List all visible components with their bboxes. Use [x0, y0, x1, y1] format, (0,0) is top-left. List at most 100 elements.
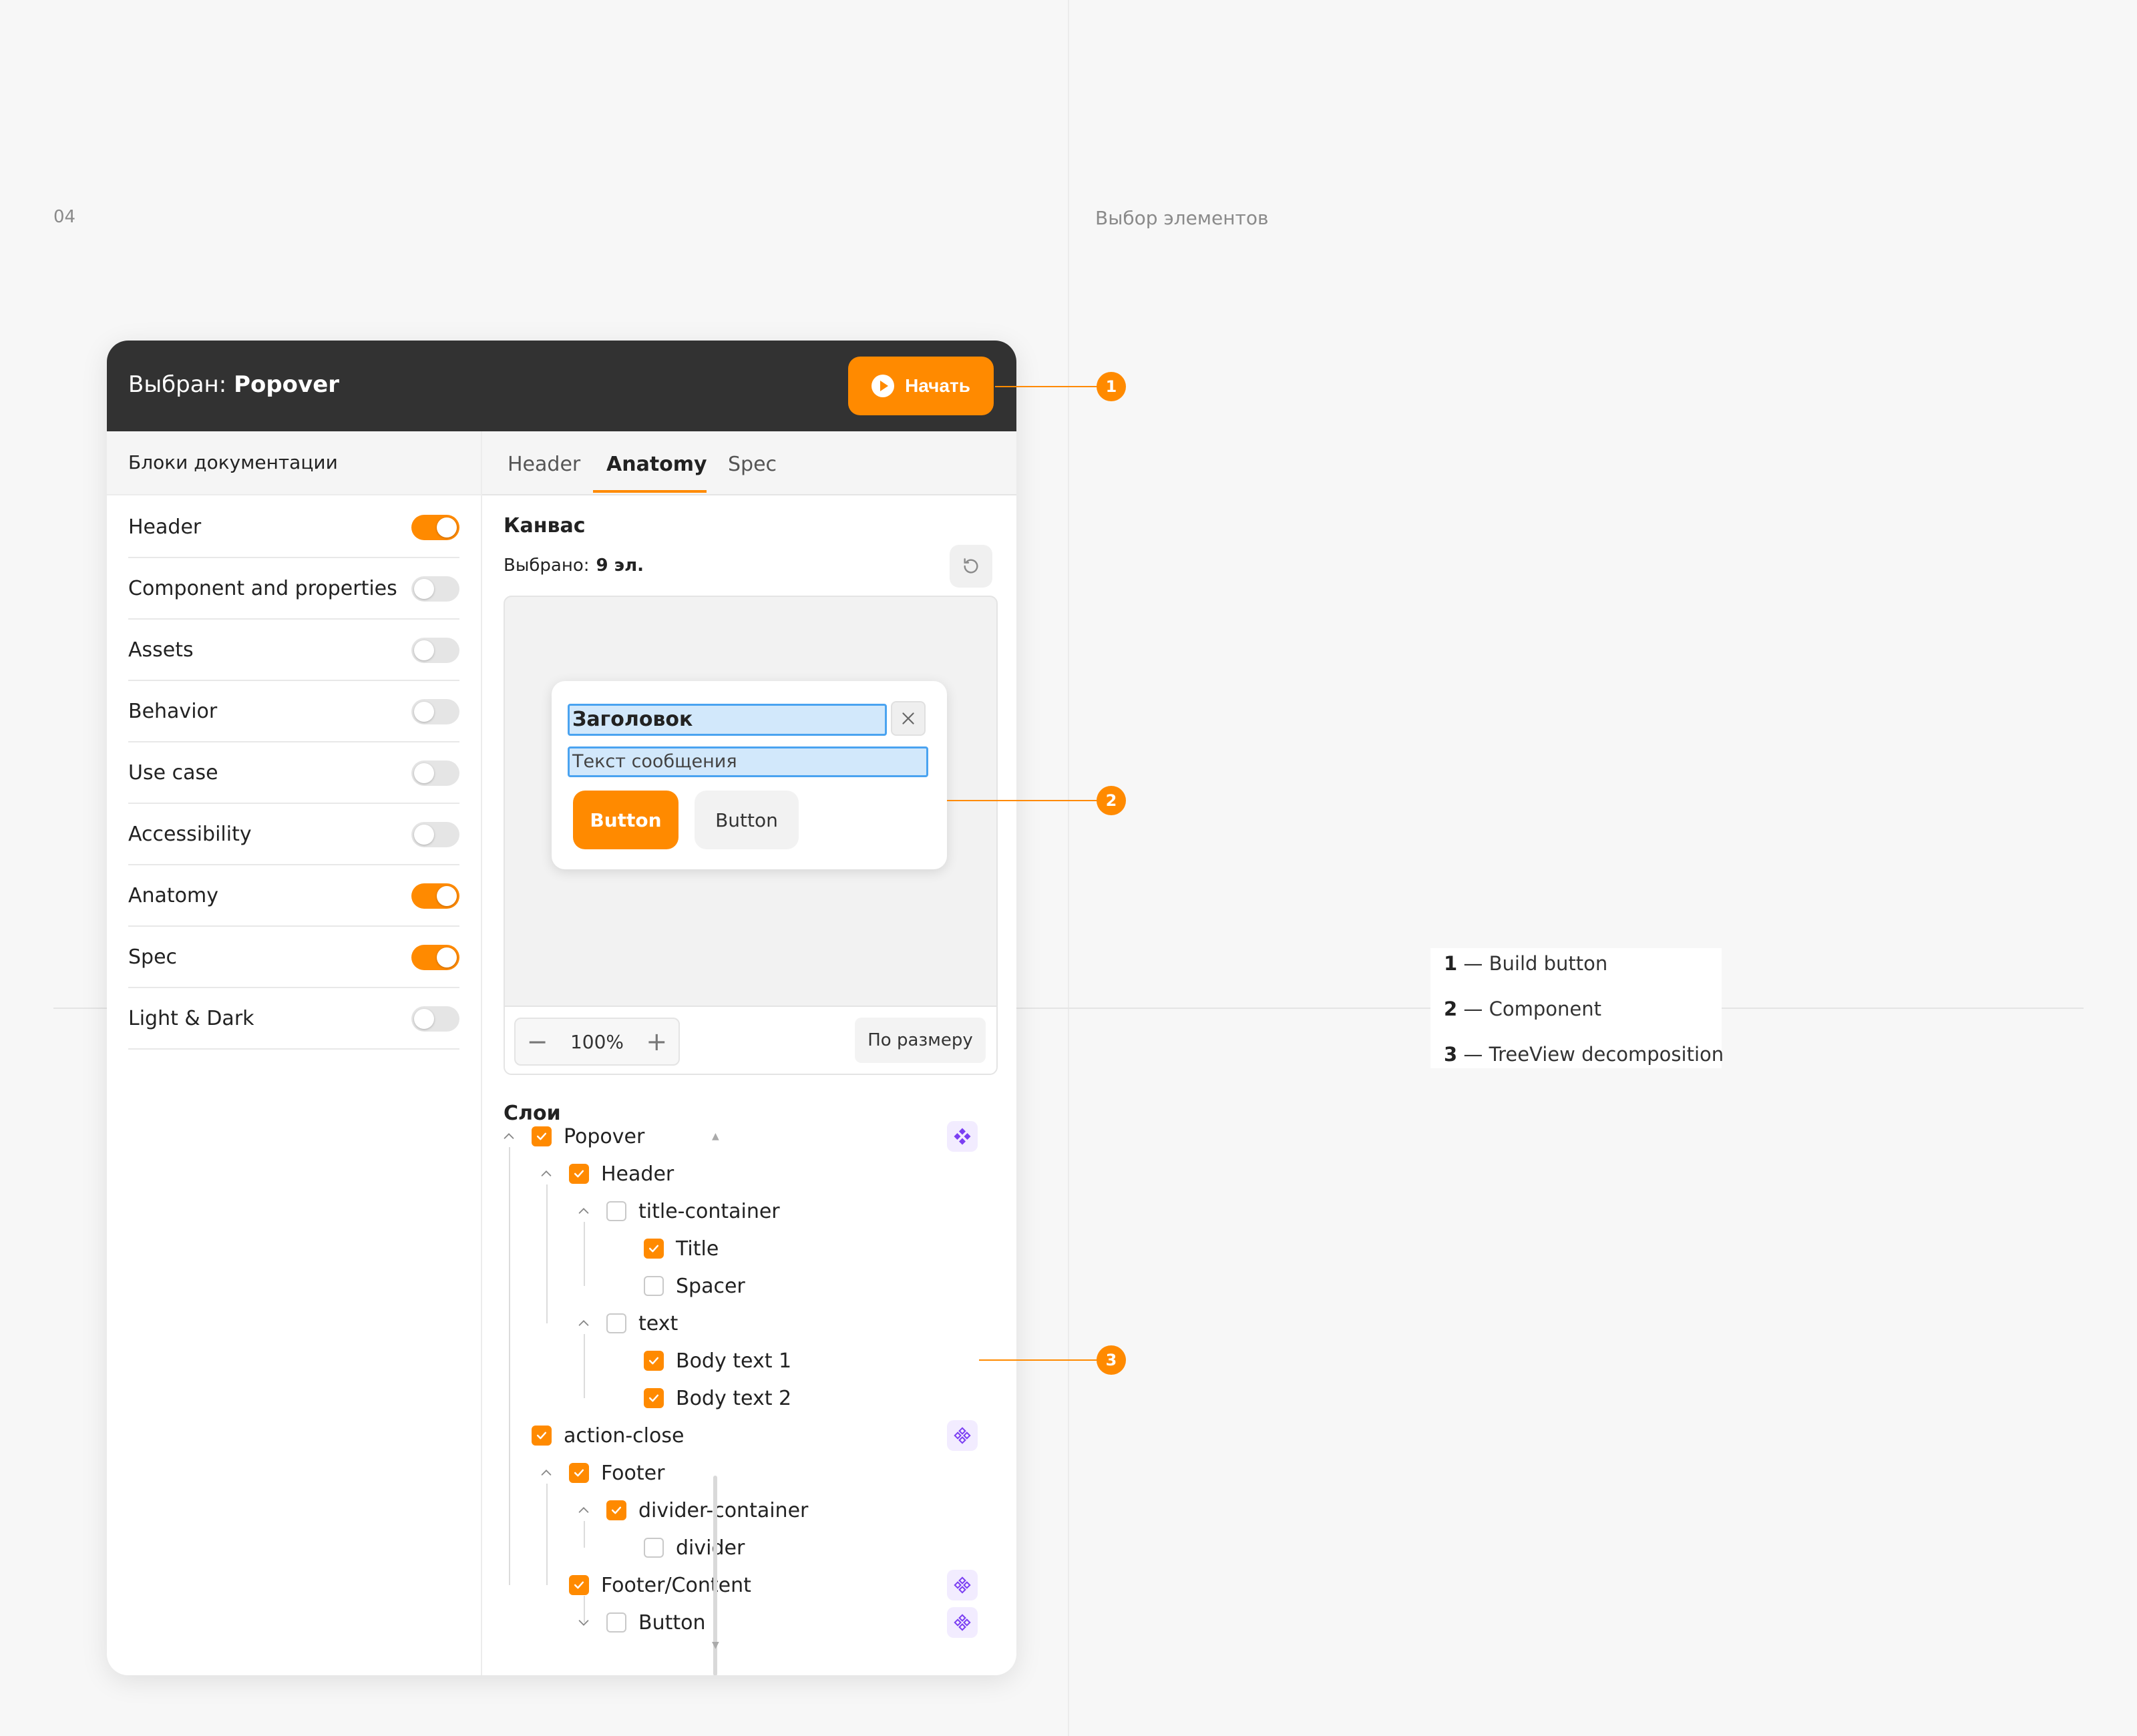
chevron-up-icon[interactable] [538, 1166, 554, 1182]
layer-label: title-container [638, 1199, 780, 1223]
tab-spec[interactable]: Spec [728, 453, 777, 476]
tree-row[interactable]: Spacer [613, 1267, 745, 1305]
block-row: Behavior [128, 680, 459, 742]
scroll-down-icon[interactable]: ▼ [712, 1640, 719, 1651]
layer-checkbox[interactable] [606, 1201, 626, 1221]
toggle-knob [414, 763, 434, 783]
toggle-knob [414, 579, 434, 599]
layer-checkbox[interactable] [569, 1164, 589, 1184]
tree-row[interactable]: Footer/Content [538, 1566, 751, 1604]
toggle-knob [414, 702, 434, 722]
layer-label: Button [638, 1610, 706, 1635]
layer-checkbox[interactable] [644, 1351, 664, 1371]
layer-label: text [638, 1311, 678, 1335]
zoom-level: 100% [570, 1030, 624, 1053]
selected-component-name: Popover [234, 371, 340, 398]
block-toggle[interactable] [411, 822, 459, 847]
preview-message[interactable]: Текст сообщения [568, 746, 928, 777]
layer-checkbox[interactable] [644, 1538, 664, 1558]
layer-checkbox[interactable] [606, 1612, 626, 1633]
layer-label: action-close [564, 1424, 685, 1448]
chevron-up-icon[interactable] [576, 1203, 592, 1219]
component-icon[interactable] [947, 1420, 978, 1451]
block-row: Light & Dark [128, 987, 459, 1050]
block-toggle[interactable] [411, 945, 459, 970]
component-icon[interactable] [947, 1121, 978, 1152]
chevron-up-icon[interactable] [576, 1502, 592, 1518]
component-icon[interactable] [947, 1607, 978, 1638]
title-prefix: Выбран: [128, 371, 227, 398]
tree-row[interactable]: Body text 2 [613, 1379, 791, 1417]
tree-row[interactable]: Title [613, 1230, 719, 1267]
callout-3: 3 [1097, 1345, 1126, 1375]
chevron-up-icon[interactable] [538, 1465, 554, 1481]
tree-row[interactable]: Header [538, 1155, 674, 1192]
block-label: Use case [128, 761, 218, 785]
active-tab-indicator [593, 490, 707, 493]
block-toggle[interactable] [411, 883, 459, 909]
layer-label: divider [676, 1536, 745, 1560]
layer-checkbox[interactable] [532, 1426, 552, 1446]
layer-label: Footer/Content [601, 1573, 751, 1597]
tree-row[interactable]: divider [613, 1529, 745, 1566]
layer-checkbox[interactable] [606, 1500, 626, 1520]
fit-to-size-button[interactable]: По размеру [855, 1018, 986, 1063]
page-number: 04 [53, 207, 76, 227]
tab-anatomy[interactable]: Anatomy [606, 453, 707, 476]
popover-preview: Заголовок Текст сообщения Button Button [552, 681, 947, 869]
layer-checkbox[interactable] [532, 1126, 552, 1146]
scroll-up-icon[interactable]: ▲ [712, 1131, 719, 1142]
callout-2: 2 [1097, 786, 1126, 815]
tree-row[interactable]: divider-container [576, 1492, 808, 1529]
preview-title[interactable]: Заголовок [568, 704, 887, 736]
block-row: Component and properties [128, 557, 459, 620]
block-toggle[interactable] [411, 515, 459, 540]
tree-row[interactable]: title-container [576, 1192, 780, 1230]
chevron-down-icon[interactable] [576, 1614, 592, 1631]
tree-row[interactable]: Body text 1 [613, 1342, 791, 1379]
tree-row[interactable]: Popover [501, 1118, 644, 1155]
zoom-in-icon[interactable]: + [646, 1027, 667, 1056]
preview-close-icon[interactable] [891, 701, 926, 736]
chevron-up-icon[interactable] [576, 1315, 592, 1331]
component-icon[interactable] [947, 1570, 978, 1600]
tree-row[interactable]: Button [576, 1604, 706, 1641]
block-toggle[interactable] [411, 576, 459, 602]
legend-item: 2 — Component [1444, 998, 1601, 1020]
layer-checkbox[interactable] [644, 1388, 664, 1408]
block-toggle[interactable] [411, 1006, 459, 1032]
block-label: Anatomy [128, 884, 219, 907]
zoom-out-icon[interactable]: − [527, 1027, 548, 1056]
block-label: Assets [128, 638, 194, 662]
layer-label: divider-container [638, 1498, 809, 1522]
preview-primary-button[interactable]: Button [573, 791, 678, 849]
tree-row[interactable]: text [576, 1305, 678, 1342]
page-caption: Выбор элементов [1095, 207, 1269, 229]
layer-checkbox[interactable] [606, 1313, 626, 1333]
layer-label: Title [676, 1237, 719, 1261]
block-label: Light & Dark [128, 1007, 254, 1030]
zoom-control: − 100% + [514, 1018, 680, 1066]
block-toggle[interactable] [411, 699, 459, 724]
tree-row[interactable]: action-close [501, 1417, 684, 1454]
layer-checkbox[interactable] [644, 1276, 664, 1296]
layer-checkbox[interactable] [644, 1239, 664, 1259]
tab-header[interactable]: Header [508, 453, 580, 476]
block-row: Assets [128, 618, 459, 681]
tree-row[interactable]: Footer [538, 1454, 664, 1492]
block-toggle[interactable] [411, 638, 459, 663]
layer-checkbox[interactable] [569, 1575, 589, 1595]
toggle-knob [414, 825, 434, 845]
block-row: Accessibility [128, 803, 459, 865]
layer-checkbox[interactable] [569, 1463, 589, 1483]
reset-selection-button[interactable] [950, 545, 992, 588]
block-toggle[interactable] [411, 761, 459, 786]
start-button-label: Начать [905, 375, 970, 396]
layer-label: Header [601, 1162, 674, 1186]
preview-secondary-button[interactable]: Button [695, 791, 799, 849]
layer-label: Footer [601, 1461, 665, 1485]
start-button[interactable]: Начать [848, 357, 994, 415]
legend-item: 1 — Build button [1444, 952, 1608, 975]
blocks-panel: Блоки документации Header Component and p… [107, 431, 482, 1675]
chevron-up-icon[interactable] [501, 1128, 517, 1144]
